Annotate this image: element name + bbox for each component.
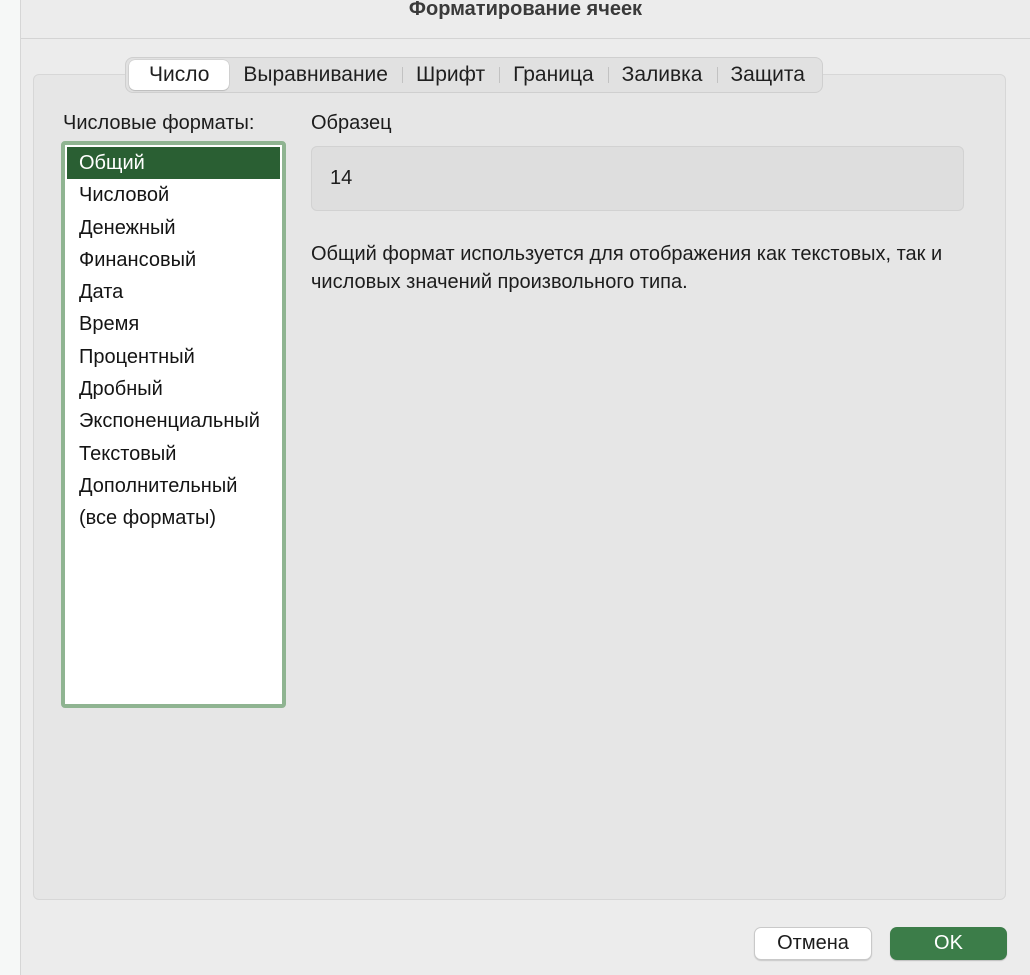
page: Форматирование ячеек Число Выравнивание … — [0, 0, 1030, 975]
format-list-item[interactable]: Дата — [67, 276, 280, 308]
format-list-item[interactable]: Экспоненциальный — [67, 405, 280, 437]
format-cells-dialog: Форматирование ячеек Число Выравнивание … — [20, 0, 1030, 975]
number-formats-label: Числовые форматы: — [63, 112, 255, 134]
format-list-item[interactable]: (все форматы) — [67, 502, 280, 534]
ok-button[interactable]: OK — [890, 927, 1007, 960]
tab-protection[interactable]: Защита — [716, 60, 819, 90]
format-list-item[interactable]: Денежный — [67, 212, 280, 244]
format-list-item[interactable]: Числовой — [67, 179, 280, 211]
format-description: Общий формат используется для отображени… — [311, 243, 943, 293]
sample-preview: 14 — [311, 146, 964, 211]
format-list-item[interactable]: Общий — [67, 147, 280, 180]
tab-border[interactable]: Граница — [499, 60, 608, 90]
format-list-item[interactable]: Процентный — [67, 341, 280, 373]
cancel-button[interactable]: Отмена — [754, 927, 872, 960]
dialog-title: Форматирование ячеек — [21, 0, 1030, 39]
number-formats-list[interactable]: Общий Числовой Денежный Финансовый Дата Время… — [61, 141, 286, 708]
format-list-item[interactable]: Финансовый — [67, 244, 280, 276]
tab-font[interactable]: Шрифт — [401, 60, 499, 90]
sample-label: Образец — [311, 112, 392, 134]
format-list-item[interactable]: Время — [67, 308, 280, 340]
tab-fill[interactable]: Заливка — [607, 60, 717, 90]
background-strip-left — [0, 0, 20, 975]
format-list-item[interactable]: Дополнительный — [67, 470, 280, 502]
tab-number[interactable]: Число — [129, 60, 230, 90]
dialog-title-text: Форматирование ячеек — [408, 0, 643, 20]
format-list-item[interactable]: Текстовый — [67, 438, 280, 470]
format-list-item[interactable]: Дробный — [67, 373, 280, 405]
tab-alignment[interactable]: Выравнивание — [229, 60, 402, 90]
tab-bar: Число Выравнивание Шрифт Граница Заливка… — [125, 57, 823, 93]
